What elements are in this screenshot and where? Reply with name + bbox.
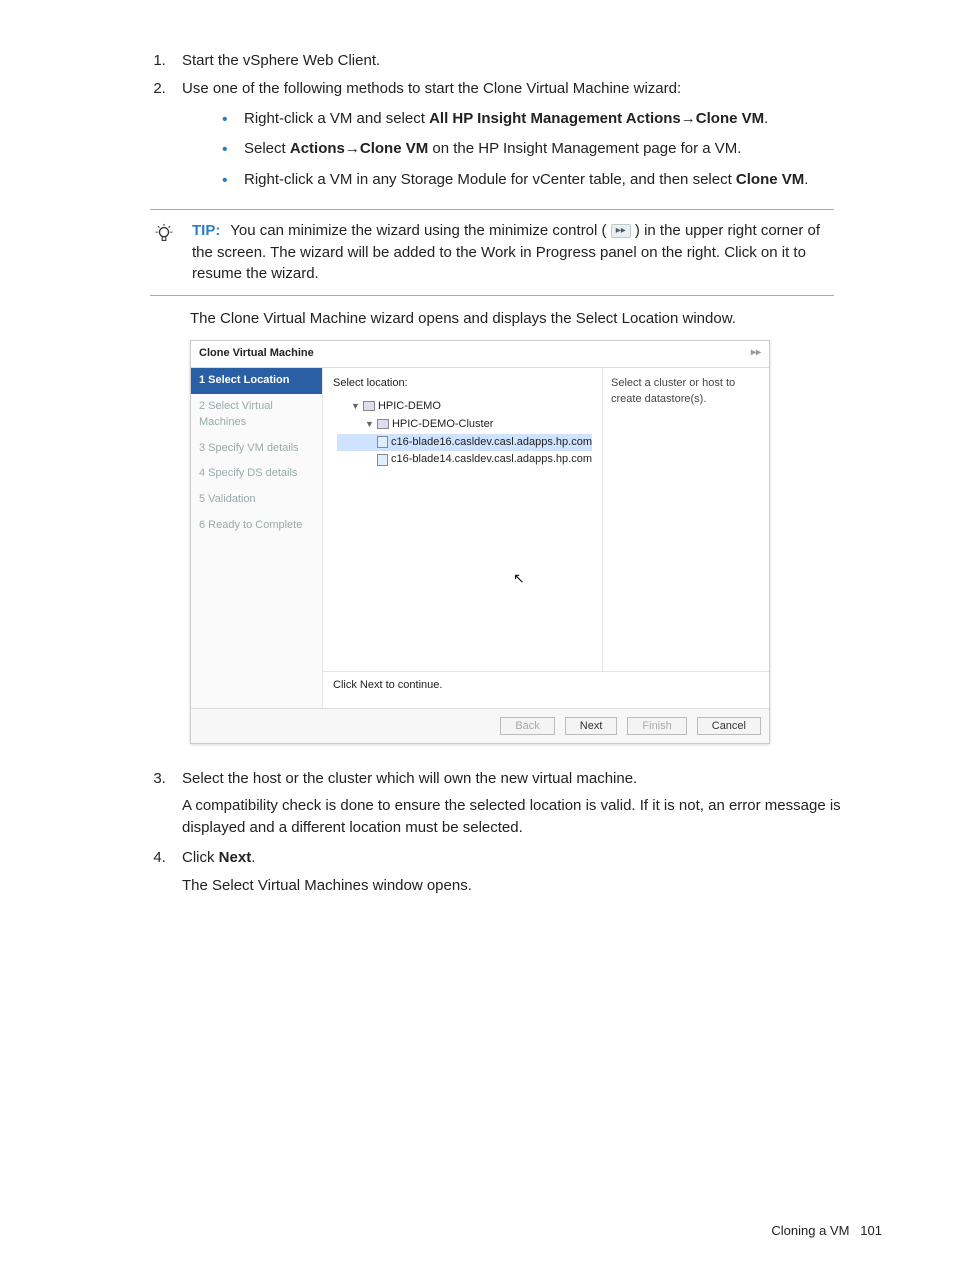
tree-host-1[interactable]: c16-blade16.casldev.casl.adapps.hp.com bbox=[337, 434, 592, 452]
step-2-text: Use one of the following methods to star… bbox=[182, 80, 681, 97]
wizard-step-3[interactable]: 3 Specify VM details bbox=[191, 436, 322, 462]
bullet-3: Right-click a VM in any Storage Module f… bbox=[222, 169, 894, 191]
page-footer: Cloning a VM 101 bbox=[771, 1222, 882, 1241]
wizard-title: Clone Virtual Machine bbox=[199, 346, 314, 362]
location-tree: ▼HPIC-DEMO ▼HPIC-DEMO-Cluster c16-blade1… bbox=[333, 398, 592, 470]
datacenter-icon bbox=[363, 401, 375, 411]
host-icon bbox=[377, 436, 388, 448]
wizard-titlebar: Clone Virtual Machine ▸▸ bbox=[191, 341, 769, 368]
ordered-steps: Start the vSphere Web Client. Use one of… bbox=[60, 50, 894, 191]
footer-page: 101 bbox=[860, 1223, 882, 1238]
step-1: Start the vSphere Web Client. bbox=[170, 50, 894, 72]
bullet-1: Right-click a VM and select All HP Insig… bbox=[222, 108, 894, 131]
minimize-icon[interactable]: ▸▸ bbox=[751, 346, 761, 361]
minimize-control-icon: ▸▸ bbox=[611, 224, 631, 238]
tree-cluster[interactable]: ▼HPIC-DEMO-Cluster bbox=[337, 416, 592, 434]
cluster-icon bbox=[377, 419, 389, 429]
bullet-2: Select Actions→Clone VM on the HP Insigh… bbox=[222, 138, 894, 161]
hint-panel: Select a cluster or host to create datas… bbox=[603, 368, 769, 671]
wizard-step-1[interactable]: 1 Select Location bbox=[191, 368, 322, 394]
wizard-footnote: Click Next to continue. bbox=[323, 671, 769, 708]
host-icon bbox=[377, 454, 388, 466]
tree-panel: Select location: ▼HPIC-DEMO ▼HPIC-DEMO-C… bbox=[323, 368, 603, 671]
cancel-button[interactable]: Cancel bbox=[697, 717, 761, 735]
tip-body: TIP: You can minimize the wizard using t… bbox=[192, 220, 834, 285]
wizard-dialog: Clone Virtual Machine ▸▸ 1 Select Locati… bbox=[190, 340, 770, 744]
step-2: Use one of the following methods to star… bbox=[170, 78, 894, 191]
lightbulb-icon bbox=[153, 223, 175, 245]
cursor-icon: ↖ bbox=[513, 568, 525, 588]
step-1-text: Start the vSphere Web Client. bbox=[182, 52, 380, 69]
step-2-bullets: Right-click a VM and select All HP Insig… bbox=[182, 108, 894, 191]
back-button[interactable]: Back bbox=[500, 717, 554, 735]
tip-label: TIP: bbox=[192, 222, 220, 239]
tree-host-2[interactable]: c16-blade14.casldev.casl.adapps.hp.com bbox=[337, 451, 592, 469]
wizard-step-2[interactable]: 2 Select Virtual Machines bbox=[191, 394, 322, 436]
tip-icon bbox=[150, 220, 178, 285]
finish-button[interactable]: Finish bbox=[627, 717, 686, 735]
step-3-note: A compatibility check is done to ensure … bbox=[182, 795, 894, 839]
step-4-note: The Select Virtual Machines window opens… bbox=[182, 875, 894, 897]
wizard-buttons: Back Next Finish Cancel bbox=[191, 708, 769, 743]
tip-block: TIP: You can minimize the wizard using t… bbox=[150, 209, 834, 296]
step-3-text: Select the host or the cluster which wil… bbox=[182, 770, 637, 787]
step-3: Select the host or the cluster which wil… bbox=[170, 768, 894, 839]
select-location-label: Select location: bbox=[333, 376, 592, 392]
chevron-down-icon[interactable]: ▼ bbox=[351, 401, 360, 411]
chevron-down-icon[interactable]: ▼ bbox=[365, 419, 374, 429]
wizard-step-6[interactable]: 6 Ready to Complete bbox=[191, 513, 322, 539]
after-tip-text: The Clone Virtual Machine wizard opens a… bbox=[190, 308, 834, 330]
wizard-step-5[interactable]: 5 Validation bbox=[191, 487, 322, 513]
tree-datacenter[interactable]: ▼HPIC-DEMO bbox=[337, 398, 592, 416]
wizard-step-4[interactable]: 4 Specify DS details bbox=[191, 461, 322, 487]
next-button[interactable]: Next bbox=[565, 717, 618, 735]
step-4: Click Next. The Select Virtual Machines … bbox=[170, 847, 894, 897]
ordered-steps-continued: Select the host or the cluster which wil… bbox=[60, 768, 894, 897]
footer-section: Cloning a VM bbox=[771, 1223, 849, 1238]
wizard-steps-sidebar: 1 Select Location 2 Select Virtual Machi… bbox=[191, 368, 323, 708]
